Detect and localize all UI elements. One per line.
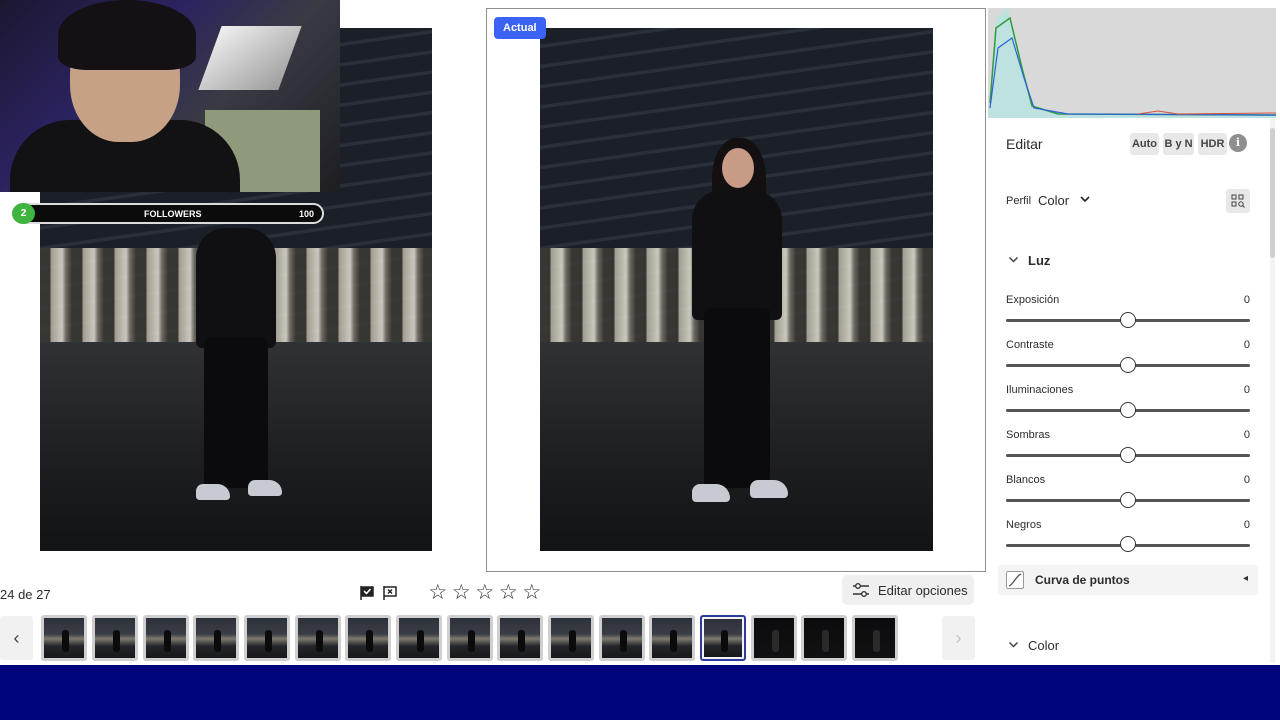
auto-button[interactable]: Auto — [1130, 133, 1159, 155]
exposure-value[interactable]: 0 — [1236, 294, 1250, 306]
star-icon[interactable]: ☆ — [520, 580, 544, 606]
edit-title: Editar — [1006, 136, 1043, 152]
blacks-value[interactable]: 0 — [1236, 519, 1250, 531]
edit-options-button[interactable]: Editar opciones — [842, 575, 974, 605]
filmstrip-thumb[interactable] — [295, 615, 341, 661]
panel-scrollbar[interactable] — [1270, 128, 1275, 258]
highlights-value[interactable]: 0 — [1236, 384, 1250, 396]
shadows-label: Sombras — [1006, 429, 1051, 441]
whites-slider-thumb[interactable] — [1120, 492, 1136, 508]
profile-select[interactable]: Color — [1038, 193, 1069, 208]
chevron-down-icon[interactable] — [1008, 639, 1019, 653]
sliders-icon — [853, 583, 869, 597]
chevron-down-icon[interactable] — [1008, 254, 1019, 268]
profile-browser-button[interactable] — [1226, 189, 1250, 213]
edit-options-label: Editar opciones — [878, 582, 968, 598]
blacks-slider-thumb[interactable] — [1120, 536, 1136, 552]
filmstrip-next-button[interactable]: › — [942, 616, 975, 660]
filmstrip-thumb[interactable] — [497, 615, 543, 661]
histogram-graph — [988, 8, 1276, 118]
whites-label: Blancos — [1006, 474, 1046, 486]
info-icon[interactable]: i — [1229, 134, 1247, 152]
contrast-slider-thumb[interactable] — [1120, 357, 1136, 373]
star-icon[interactable]: ☆ — [497, 580, 521, 606]
filmstrip-thumb[interactable] — [548, 615, 594, 661]
contrast-value[interactable]: 0 — [1236, 339, 1250, 351]
caret-left-icon[interactable]: ◂ — [1243, 573, 1248, 584]
hdr-button[interactable]: HDR — [1198, 133, 1227, 155]
filmstrip-thumb-selected[interactable] — [700, 615, 746, 661]
shadows-slider-thumb[interactable] — [1120, 447, 1136, 463]
bottom-band — [0, 665, 1280, 720]
shadows-value[interactable]: 0 — [1236, 429, 1250, 441]
star-icon[interactable]: ☆ — [426, 580, 450, 606]
photo-counter: 24 de 27 — [0, 587, 51, 602]
filmstrip-thumb[interactable] — [244, 615, 290, 661]
highlights-slider-thumb[interactable] — [1120, 402, 1136, 418]
color-section-title[interactable]: Color — [1028, 638, 1059, 653]
filmstrip-thumb[interactable] — [852, 615, 898, 661]
point-curve-label: Curva de puntos — [1035, 573, 1130, 587]
whites-value[interactable]: 0 — [1236, 474, 1250, 486]
filmstrip-prev-button[interactable]: ‹ — [0, 616, 33, 660]
reject-flag-button[interactable] — [380, 583, 400, 603]
filmstrip-thumb[interactable] — [801, 615, 847, 661]
filmstrip-thumb[interactable] — [193, 615, 239, 661]
photo-subject — [166, 188, 306, 528]
filmstrip-thumb[interactable] — [143, 615, 189, 661]
point-curve-row[interactable]: Curva de puntos ◂ — [998, 565, 1258, 595]
filmstrip-thumb[interactable] — [345, 615, 391, 661]
pick-flag-button[interactable] — [357, 583, 377, 603]
filmstrip-thumb[interactable] — [599, 615, 645, 661]
photo-subject — [662, 138, 812, 518]
exposure-label: Exposición — [1006, 294, 1060, 306]
chevron-down-icon[interactable] — [1079, 193, 1091, 208]
flag-pick-icon — [360, 586, 374, 600]
bw-button[interactable]: B y N — [1163, 133, 1194, 155]
flag-reject-icon — [383, 586, 397, 600]
followers-count-badge: 2 — [12, 203, 35, 224]
actual-badge: Actual — [494, 17, 546, 39]
app-window: Actual 2 FOLLOWERS 100 24 de 27 ☆ ☆ ☆ ☆ … — [0, 0, 1280, 720]
filmstrip-thumb[interactable] — [649, 615, 695, 661]
chevron-left-icon: ‹ — [13, 627, 20, 648]
followers-goal-bar: 2 FOLLOWERS 100 — [12, 203, 324, 224]
followers-goal: 100 — [298, 209, 314, 219]
highlights-label: Iluminaciones — [1006, 384, 1074, 396]
filmstrip-thumb[interactable] — [447, 615, 493, 661]
star-rating: ☆ ☆ ☆ ☆ ☆ — [426, 580, 544, 606]
filmstrip-thumb[interactable] — [92, 615, 138, 661]
contrast-label: Contraste — [1006, 339, 1054, 351]
grid-search-icon — [1231, 194, 1245, 208]
histogram — [988, 8, 1276, 118]
chevron-right-icon: › — [955, 627, 962, 648]
filmstrip-thumb[interactable] — [396, 615, 442, 661]
followers-label: FOLLOWERS — [144, 209, 202, 219]
light-section-title[interactable]: Luz — [1028, 253, 1050, 268]
after-photo[interactable] — [540, 28, 933, 551]
exposure-slider-thumb[interactable] — [1120, 312, 1136, 328]
webcam-overlay — [0, 0, 340, 192]
filmstrip-thumb[interactable] — [751, 615, 797, 661]
blacks-label: Negros — [1006, 519, 1042, 531]
curve-icon — [1006, 571, 1024, 589]
star-icon[interactable]: ☆ — [473, 580, 497, 606]
profile-label: Perfil — [1006, 195, 1032, 207]
star-icon[interactable]: ☆ — [450, 580, 474, 606]
filmstrip-thumb[interactable] — [41, 615, 87, 661]
